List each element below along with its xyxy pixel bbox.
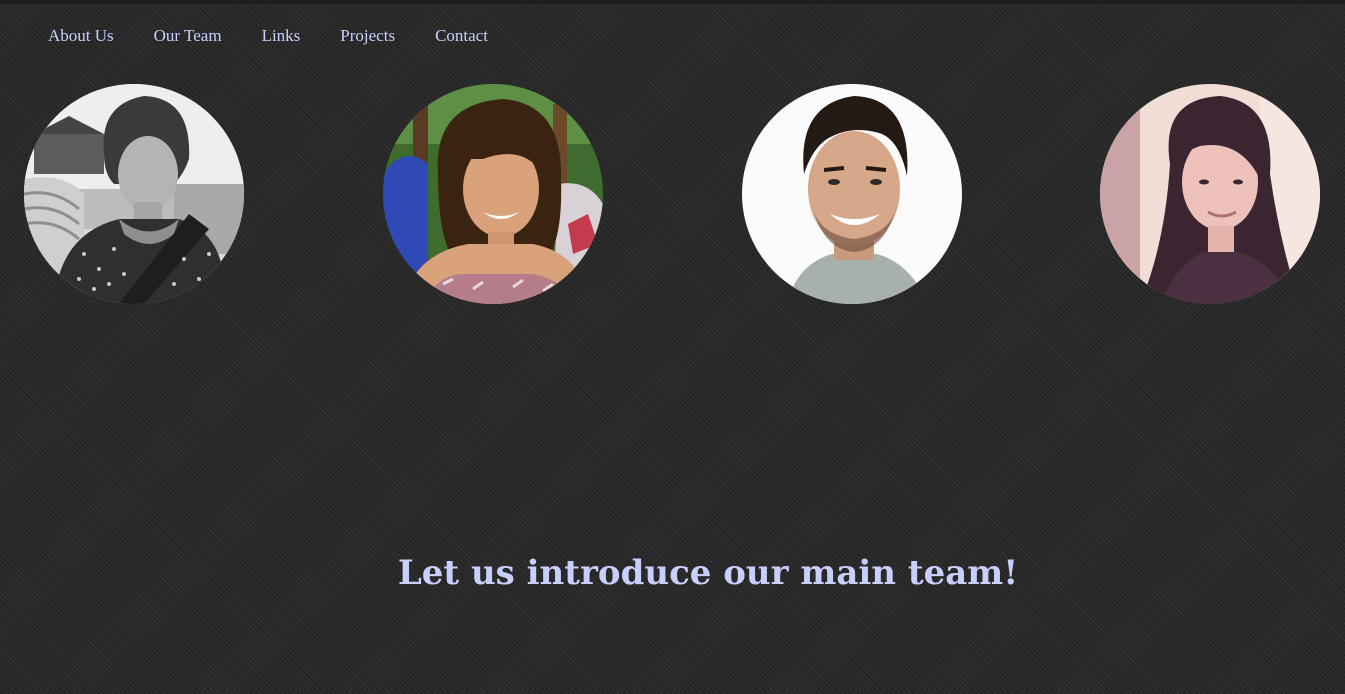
- nav-about-us[interactable]: About Us: [48, 26, 114, 46]
- nav-contact[interactable]: Contact: [435, 26, 488, 46]
- section-headline: Let us introduce our main team!: [397, 552, 1019, 593]
- team-member-photo-4: [1100, 84, 1320, 304]
- team-member-photo-2: [383, 84, 603, 304]
- nav-links[interactable]: Links: [262, 26, 301, 46]
- top-strip: [0, 0, 1345, 4]
- nav-projects[interactable]: Projects: [340, 26, 395, 46]
- main-nav: About Us Our Team Links Projects Contact: [48, 26, 528, 46]
- nav-our-team[interactable]: Our Team: [154, 26, 222, 46]
- team-member-photo-1: [24, 84, 244, 304]
- team-member-photo-3: [742, 84, 962, 304]
